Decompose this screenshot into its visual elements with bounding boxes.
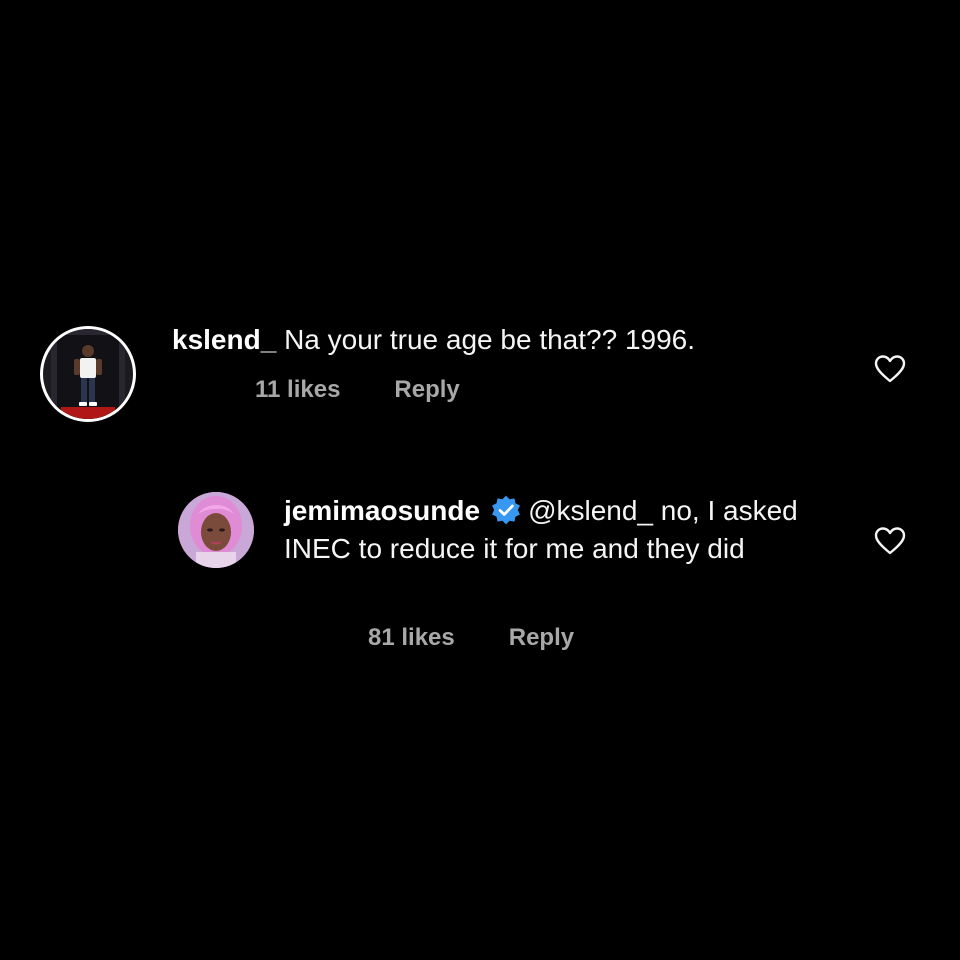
mention-link[interactable]: @kslend_ <box>528 495 653 526</box>
comment-text-block: jemimaosunde @kslend_ no, I asked INEC to… <box>284 492 824 568</box>
likes-count[interactable]: 11 likes <box>255 376 340 404</box>
likes-count[interactable]: 81 likes <box>368 624 455 652</box>
comment-meta: 11 likes Reply <box>255 376 460 404</box>
reply-button[interactable]: Reply <box>509 624 574 652</box>
comment-username[interactable]: kslend_ <box>172 324 276 355</box>
verified-badge-icon <box>490 494 522 526</box>
comment-meta: 81 likes Reply <box>368 624 574 652</box>
avatar[interactable] <box>40 326 136 422</box>
comment-text-block: kslend_ Na your true age be that?? 1996. <box>172 321 822 359</box>
reply-button[interactable]: Reply <box>394 376 459 404</box>
profile-photo-icon <box>43 329 133 419</box>
comment-body: Na your true age be that?? 1996. <box>284 324 696 355</box>
profile-photo-icon <box>178 492 254 568</box>
heart-outline-icon[interactable] <box>874 354 906 384</box>
heart-outline-icon[interactable] <box>874 526 906 556</box>
avatar[interactable] <box>178 492 254 568</box>
comment-username[interactable]: jemimaosunde <box>284 495 480 526</box>
